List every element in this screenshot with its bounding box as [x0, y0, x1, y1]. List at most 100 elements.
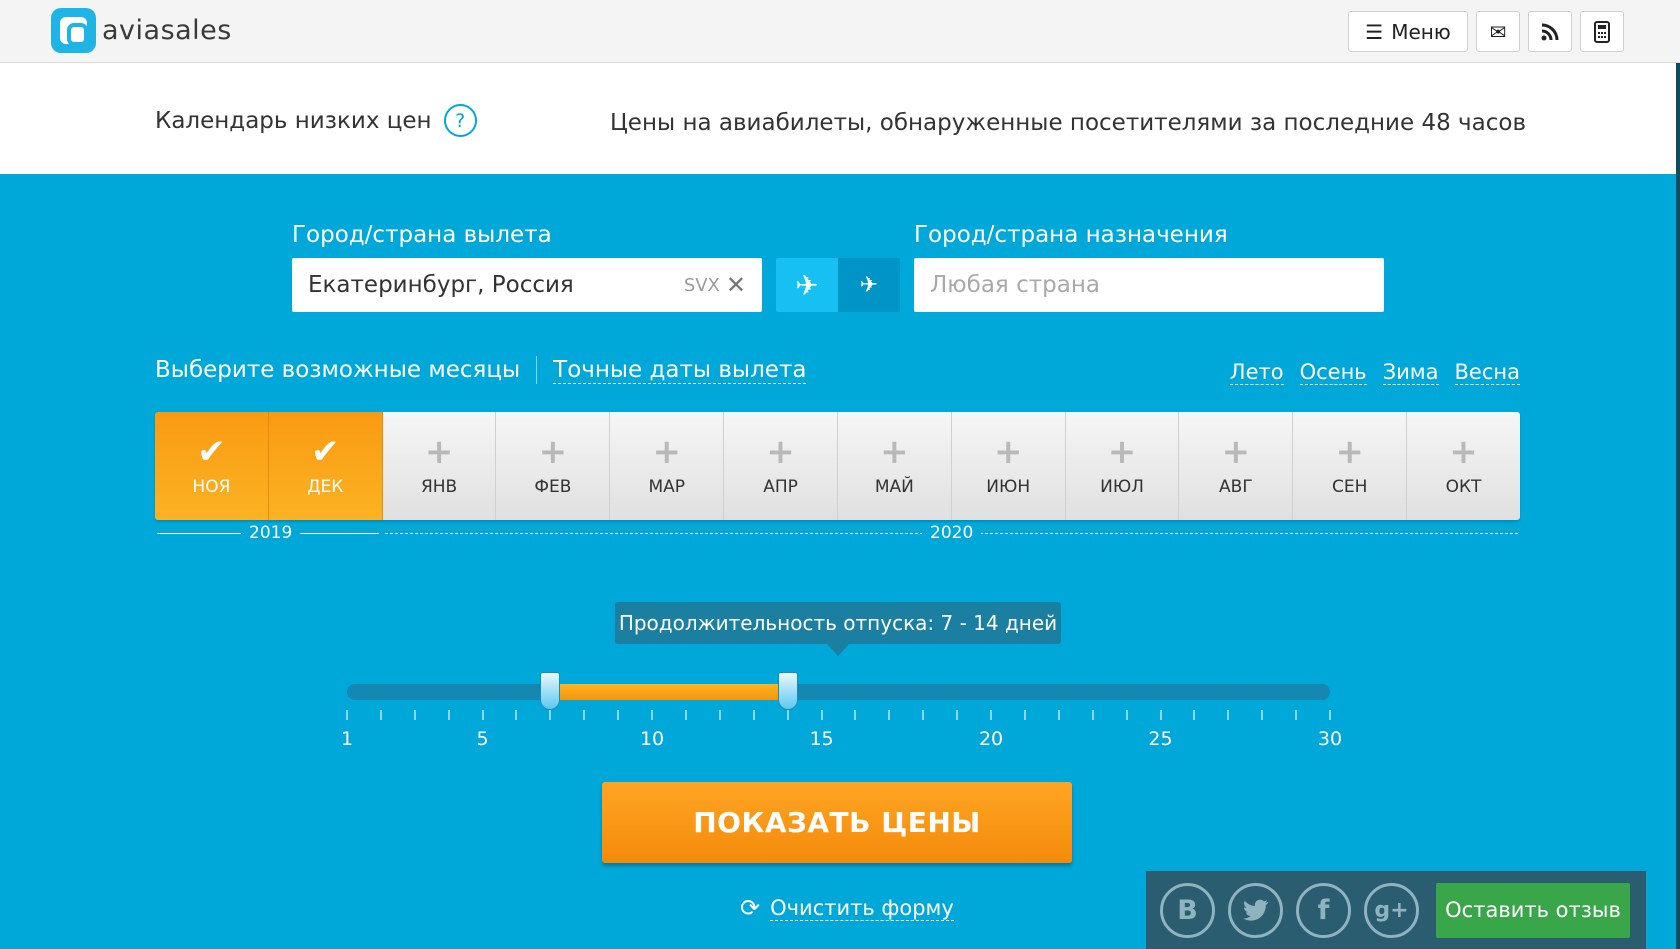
season-autumn-link[interactable]: Осень	[1299, 360, 1367, 385]
mail-icon: ✉	[1489, 19, 1507, 44]
destination-label: Город/страна назначения	[914, 222, 1228, 248]
duration-tooltip: Продолжительность отпуска: 7 - 14 дней	[615, 602, 1061, 656]
mail-button[interactable]: ✉	[1476, 11, 1520, 52]
logo-text: aviasales	[102, 15, 232, 46]
month-tile[interactable]: + СЕН	[1293, 412, 1408, 520]
clear-form-link[interactable]: ⟳ Очистить форму	[740, 894, 954, 922]
plus-icon: +	[1221, 432, 1251, 472]
scale-label: 30	[1317, 728, 1343, 750]
divider	[536, 356, 538, 384]
show-prices-button[interactable]: ПОКАЗАТЬ ЦЕНЫ	[602, 782, 1072, 863]
month-tile[interactable]: + ОКТ	[1407, 412, 1520, 520]
trip-type-toggle: ✈ ✈︎	[776, 258, 900, 312]
checkmark-icon: ✔	[197, 432, 226, 472]
aviasales-logo-icon	[51, 8, 96, 53]
logo[interactable]: aviasales	[51, 8, 232, 53]
scale-tick	[1159, 710, 1162, 720]
scale-tick	[447, 710, 450, 720]
one-way-button[interactable]: ✈	[776, 258, 838, 312]
scale-tick	[1125, 710, 1128, 720]
month-tile[interactable]: + ИЮЛ	[1065, 412, 1180, 520]
month-tile[interactable]: ✔ ДЕК	[268, 412, 383, 520]
plus-icon: +	[652, 432, 681, 472]
scale-tick	[481, 710, 484, 720]
month-label: ЯНВ	[420, 477, 458, 497]
scale-tick	[990, 710, 993, 720]
round-trip-button[interactable]: ✈︎	[838, 258, 900, 312]
scale-tick	[752, 710, 755, 720]
menu-label: Меню	[1391, 19, 1451, 44]
calculator-button[interactable]	[1580, 11, 1624, 52]
month-tile[interactable]: + МАЙ	[837, 412, 952, 520]
months-header: Выберите возможные месяцы Точные даты вы…	[155, 356, 807, 384]
help-icon[interactable]: ?	[443, 104, 477, 137]
scale-tick	[1193, 710, 1196, 720]
scale-tick	[956, 710, 959, 720]
scale-tick	[1295, 710, 1298, 720]
month-label: ФЕВ	[534, 477, 572, 497]
menu-button[interactable]: ☰ Меню	[1348, 11, 1468, 52]
scale-label: 10	[639, 728, 665, 750]
season-spring-link[interactable]: Весна	[1454, 360, 1520, 385]
month-tile[interactable]: + ЯНВ	[382, 412, 497, 520]
season-winter-link[interactable]: Зима	[1382, 360, 1439, 385]
duration-selected-range	[550, 684, 788, 700]
social-panel: B f g+ Оставить отзыв	[1146, 871, 1646, 949]
duration-min-handle[interactable]	[540, 672, 561, 710]
scale-label: 15	[809, 728, 834, 750]
scale-tick	[583, 710, 586, 720]
month-label: ДЕК	[307, 477, 344, 497]
clear-form-label: Очистить форму	[770, 895, 954, 921]
plus-icon: +	[1335, 432, 1364, 472]
scale-tick	[922, 710, 925, 720]
plus-icon: +	[1449, 432, 1478, 472]
calculator-icon	[1594, 20, 1610, 43]
month-tile[interactable]: + АПР	[724, 412, 838, 520]
plus-icon: +	[993, 432, 1023, 472]
year-2019-label: 2019	[241, 523, 301, 543]
scale-label: 25	[1148, 728, 1173, 750]
season-links: Лето Осень Зима Весна	[1229, 360, 1520, 385]
scale-tick	[549, 710, 552, 720]
exact-dates-link[interactable]: Точные даты вылета	[553, 357, 807, 384]
origin-label: Город/страна вылета	[292, 222, 552, 248]
google-plus-icon[interactable]: g+	[1364, 882, 1419, 938]
duration-max-handle[interactable]	[777, 672, 798, 710]
destination-placeholder: Любая страна	[930, 272, 1100, 298]
plane-icon: ✈	[795, 268, 819, 302]
scale-label: 20	[978, 728, 1004, 750]
scale-label: 1	[340, 728, 354, 750]
scale-tick	[413, 710, 416, 720]
twitter-icon[interactable]	[1228, 882, 1283, 938]
month-tile[interactable]: + ФЕВ	[496, 412, 611, 520]
month-tile[interactable]: ✔ НОЯ	[155, 412, 269, 520]
duration-slider-track[interactable]	[347, 684, 1330, 700]
scale-tick	[651, 710, 654, 720]
clear-origin-icon[interactable]: ✕	[726, 271, 746, 299]
list-icon: ☰	[1365, 19, 1384, 44]
calendar-title: Календарь низких цен ?	[155, 104, 477, 137]
scale-tick	[515, 710, 518, 720]
origin-code: SVX	[683, 274, 720, 296]
month-tile[interactable]: + АВГ	[1179, 412, 1294, 520]
checkmark-icon: ✔	[310, 432, 340, 472]
scale-tick	[617, 710, 620, 720]
season-summer-link[interactable]: Лето	[1229, 360, 1284, 385]
scale-tick	[854, 710, 857, 720]
leave-feedback-button[interactable]: Оставить отзыв	[1436, 882, 1630, 938]
months-strip: ✔ НОЯ ✔ ДЕК + ЯНВ + ФЕВ + МАР + АПР + МАЙ + ИЮН + ИЮЛ + АВГ…	[155, 412, 1520, 520]
month-tile[interactable]: + МАР	[610, 412, 725, 520]
scale-tick	[1023, 710, 1026, 720]
destination-field[interactable]: Любая страна	[914, 258, 1384, 312]
vk-icon[interactable]: B	[1160, 882, 1215, 938]
origin-field[interactable]: Екатеринбург, Россия SVX ✕	[292, 258, 762, 312]
top-actions: ☰ Меню ✉	[1348, 11, 1624, 52]
scale-tick	[786, 710, 789, 720]
rss-button[interactable]	[1528, 11, 1572, 52]
facebook-icon[interactable]: f	[1296, 882, 1351, 938]
plus-icon: +	[1107, 432, 1137, 472]
scale-tick	[1329, 710, 1331, 720]
scale-tick	[1091, 710, 1094, 720]
month-tile[interactable]: + ИЮН	[951, 412, 1066, 520]
round-trip-plane-icon: ✈︎	[859, 272, 879, 298]
